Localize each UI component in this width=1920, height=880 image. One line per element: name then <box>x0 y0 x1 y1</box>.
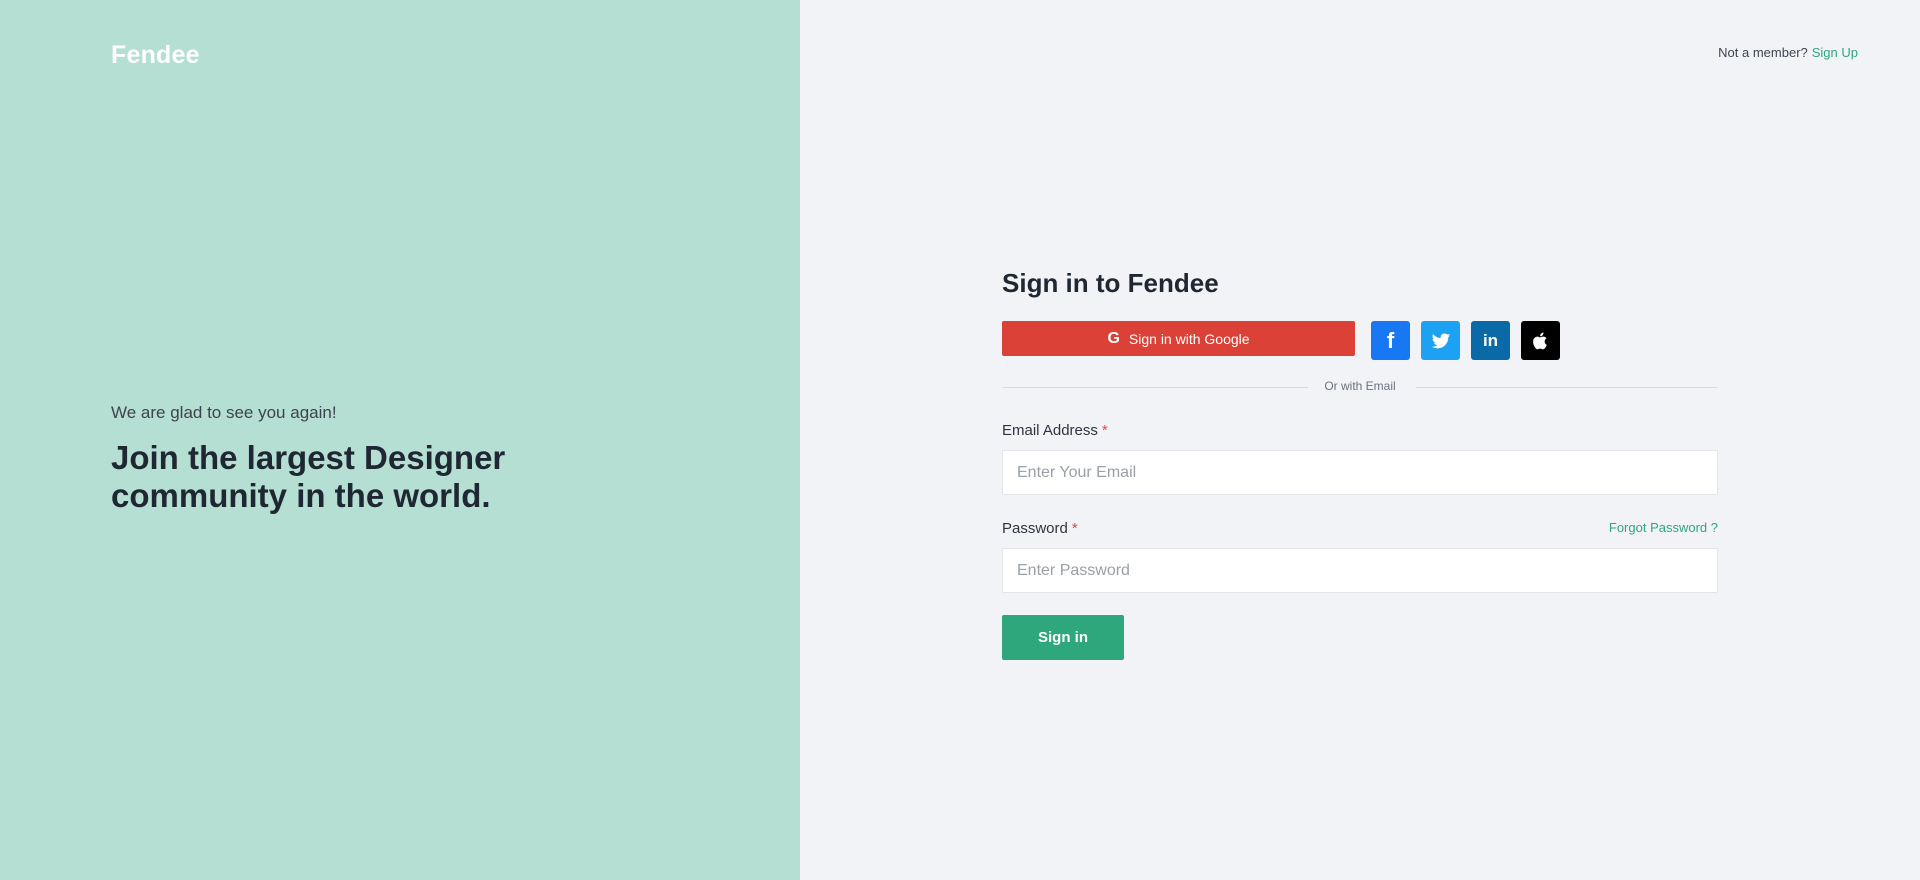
hero-panel: Fendee We are glad to see you again! Joi… <box>0 0 800 880</box>
forgot-password-link[interactable]: Forgot Password ? <box>1609 520 1718 535</box>
linkedin-icon: in <box>1482 330 1499 350</box>
signup-prompt: Not a member? Sign Up <box>1718 45 1858 60</box>
email-field[interactable] <box>1002 450 1718 495</box>
signin-button[interactable]: Sign in <box>1002 615 1124 660</box>
required-marker: * <box>1101 422 1108 439</box>
password-field[interactable] <box>1002 548 1718 593</box>
google-signin-button[interactable]: G Sign in with Google <box>1002 321 1355 356</box>
facebook-icon: f <box>1386 327 1395 353</box>
apple-icon <box>1532 332 1547 349</box>
apple-signin-button[interactable] <box>1521 321 1560 360</box>
welcome-text: We are glad to see you again! <box>111 403 337 422</box>
signin-form: Sign in to Fendee G Sign in with Google … <box>1002 265 1718 660</box>
divider-line-right <box>1416 387 1718 388</box>
google-signin-label: Sign in with Google <box>1128 330 1250 347</box>
brand-logo[interactable]: Fendee <box>111 41 200 70</box>
password-label: Password * Forgot Password ? <box>1002 520 1718 538</box>
signup-prompt-text: Not a member? <box>1718 45 1808 60</box>
required-marker: * <box>1071 520 1078 537</box>
password-label-text: Password <box>1002 520 1068 537</box>
or-divider: Or with Email <box>1002 377 1718 397</box>
twitter-icon <box>1431 333 1450 348</box>
facebook-signin-button[interactable]: f <box>1371 321 1410 360</box>
linkedin-signin-button[interactable]: in <box>1471 321 1510 360</box>
social-signin-row: G Sign in with Google f in <box>1002 321 1718 363</box>
google-icon: G <box>1107 329 1120 347</box>
twitter-signin-button[interactable] <box>1421 321 1460 360</box>
form-title: Sign in to Fendee <box>1002 268 1219 298</box>
email-label-text: Email Address <box>1002 422 1098 439</box>
signup-link[interactable]: Sign Up <box>1812 45 1858 60</box>
hero-headline: Join the largest Designer community in t… <box>111 439 506 514</box>
email-label: Email Address * <box>1002 422 1718 440</box>
divider-text: Or with Email <box>1324 379 1396 393</box>
